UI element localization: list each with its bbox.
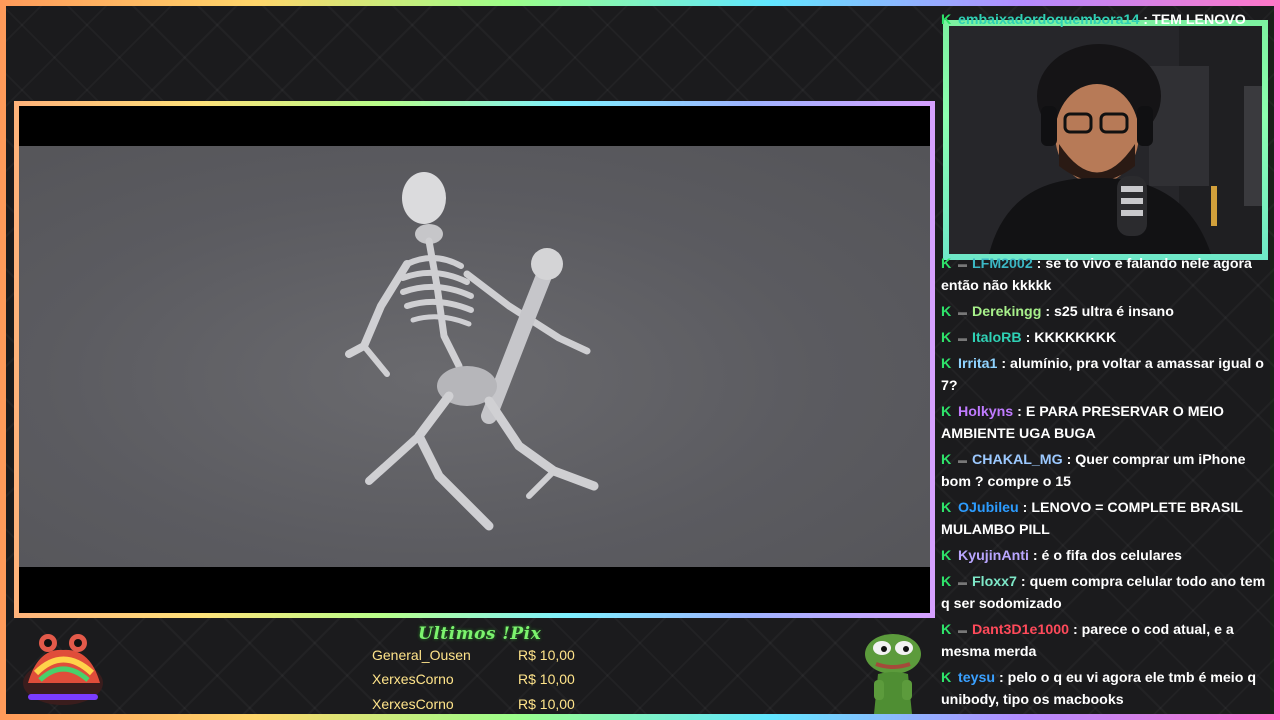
subscriber-badge-icon: ▬ bbox=[958, 307, 967, 318]
chat-message: K KyujinAnti : é o fifa dos celulares bbox=[941, 545, 1267, 567]
chat-text: : é o fifa dos celulares bbox=[1032, 548, 1182, 564]
tip-name: XerxesCorno bbox=[372, 671, 454, 687]
chat-text: : KKKKKKKK bbox=[1025, 330, 1117, 346]
video-content bbox=[19, 146, 930, 567]
chat-message: K ▬ Dant3D1e1000 : parece o cod atual, e a… bbox=[941, 619, 1267, 663]
subscriber-badge-icon: ▬ bbox=[958, 259, 967, 270]
rainbow-frog-mascot bbox=[23, 634, 103, 705]
chat-message: K Holkyns : E PARA PRESERVAR O MEIO AMBIE… bbox=[941, 401, 1267, 445]
chat-username[interactable]: KyujinAnti bbox=[958, 548, 1029, 564]
subscriber-badge-icon: ▬ bbox=[958, 333, 967, 344]
chat-username[interactable]: Floxx7 bbox=[972, 574, 1017, 590]
chat-text: : s25 ultra é insano bbox=[1045, 304, 1174, 320]
kick-k-icon: K bbox=[941, 670, 952, 686]
chat-username[interactable]: Dant3D1e1000 bbox=[972, 622, 1069, 638]
chat-message: K OJubileu : LENOVO = COMPLETE BRASIL MUL… bbox=[941, 497, 1267, 541]
kick-k-icon: K bbox=[941, 356, 952, 372]
chat-username[interactable]: CHAKAL_MG bbox=[972, 452, 1063, 468]
kick-k-icon: K bbox=[941, 548, 952, 564]
subscriber-badge-icon: ▬ bbox=[958, 625, 967, 636]
chat-message-partial: Kembaixadordoquembora14 : TEM LENOVO bbox=[941, 9, 1267, 31]
chat-panel: Kembaixadordoquembora14 : TEM LENOVO K ▬ L… bbox=[941, 0, 1269, 716]
dancing-skeleton-icon bbox=[345, 172, 599, 531]
chat-username[interactable]: Derekingg bbox=[972, 304, 1041, 320]
chat-message: Kteysu : pelo o q eu vi agora ele tmb é … bbox=[941, 667, 1267, 711]
video-player[interactable] bbox=[19, 106, 930, 613]
tip-amount: R$ 10,00 bbox=[518, 696, 575, 712]
kick-k-icon: K bbox=[941, 304, 952, 320]
video-frame bbox=[14, 101, 935, 618]
tip-name: XerxesCorno bbox=[372, 696, 454, 712]
kick-k-icon: K bbox=[941, 500, 952, 516]
kick-k-icon: K bbox=[941, 12, 952, 28]
chat-username[interactable]: Holkyns bbox=[958, 404, 1013, 420]
subscriber-badge-icon: ▬ bbox=[958, 577, 967, 588]
kick-k-icon: K bbox=[941, 452, 952, 468]
tip-amount: R$ 10,00 bbox=[518, 671, 575, 687]
chat-username[interactable]: Irrita1 bbox=[958, 356, 997, 372]
kick-k-icon: K bbox=[941, 574, 952, 590]
chat-text: : TEM LENOVO bbox=[1143, 12, 1246, 28]
kick-k-icon: K bbox=[941, 256, 952, 272]
chat-username[interactable]: OJubileu bbox=[958, 500, 1019, 516]
chat-message: K ▬ Floxx7 : quem compra celular todo ano … bbox=[941, 571, 1267, 615]
chat-username[interactable]: embaixadordoquembora14 bbox=[958, 12, 1139, 28]
chat-message: K ▬ Derekingg : s25 ultra é insano bbox=[941, 301, 1267, 323]
kick-k-icon: K bbox=[941, 622, 952, 638]
tip-name: General_Ousen bbox=[372, 647, 471, 663]
chat-message: K Irrita1 : alumínio, pra voltar a amassa… bbox=[941, 353, 1267, 397]
tip-amount: R$ 10,00 bbox=[518, 647, 575, 663]
kick-k-icon: K bbox=[941, 404, 952, 420]
chat-username[interactable]: ItaloRB bbox=[972, 330, 1022, 346]
chat-username[interactable]: teysu bbox=[958, 670, 995, 686]
chat-message: K ▬ LFM2002 : se to vivo e falando nele ag… bbox=[941, 253, 1267, 297]
tips-title: Ultimos !Pix bbox=[418, 624, 542, 644]
chat-username[interactable]: LFM2002 bbox=[972, 256, 1033, 272]
kick-k-icon: K bbox=[941, 330, 952, 346]
subscriber-badge-icon: ▬ bbox=[958, 455, 967, 466]
pepe-frog-mascot bbox=[865, 634, 921, 714]
chat-message: K ▬ CHAKAL_MG : Quer comprar um iPhone bom… bbox=[941, 449, 1267, 493]
chat-message: K ▬ ItaloRB : KKKKKKKK bbox=[941, 327, 1267, 349]
